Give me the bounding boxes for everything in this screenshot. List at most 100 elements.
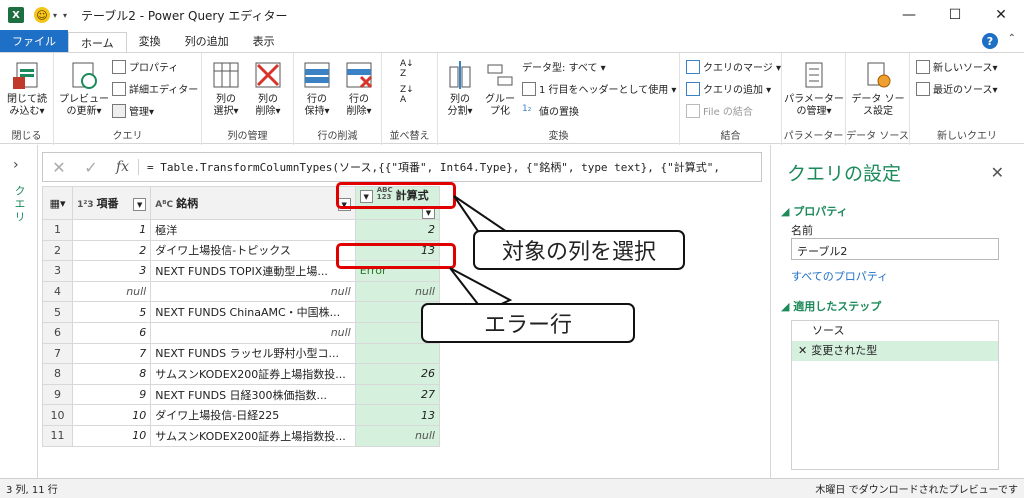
recent-sources-icon: [916, 81, 930, 96]
group-by-button[interactable]: グルー プ化: [480, 59, 520, 118]
ribbon-tabs: ファイル ホーム 変換 列の追加 表示 ⌃ ?: [0, 30, 1024, 52]
remove-columns-button[interactable]: 列の 削除▾: [248, 59, 288, 118]
tab-view[interactable]: 表示: [241, 30, 287, 52]
sort-descending-button[interactable]: Z↓ A: [400, 85, 414, 105]
column-header-name[interactable]: AᴮC 銘柄 ▼: [150, 186, 356, 220]
formula-bar: ✕ ✓ fx = Table.TransformColumnTypes(ソース,…: [42, 152, 762, 182]
data-source-gear-icon: [862, 59, 894, 91]
window-title: テーブル2 - Power Query エディター: [81, 8, 288, 23]
formula-input[interactable]: = Table.TransformColumnTypes(ソース,{{"項番",…: [139, 159, 720, 175]
combine-files-icon: [686, 103, 700, 118]
table-row[interactable]: 10 10 ダイワ上場投信-日経225 13: [41, 404, 441, 426]
table-row[interactable]: 11 10 サムスンKODEX200証券上場指数投... null: [41, 424, 441, 447]
delete-step-icon[interactable]: ✕: [798, 344, 807, 357]
callout-error-row: エラー行: [421, 303, 635, 343]
group-reduce-rows: 行の 保持▾ 行の 削除▾ 行の削減: [294, 53, 382, 145]
properties-header[interactable]: ◢ プロパティ: [781, 203, 848, 219]
recent-sources-button[interactable]: 最近のソース▾: [916, 81, 998, 96]
group-close: 閉じて読 み込む▾ 閉じる: [0, 53, 54, 145]
title-bar: X ☺ ▾ ▾ テーブル2 - Power Query エディター — ☐ ✕: [0, 0, 1024, 30]
name-label: 名前: [791, 224, 813, 237]
table-menu-corner[interactable]: ▦▾: [41, 186, 74, 220]
close-icon[interactable]: ✕: [991, 163, 1004, 182]
new-source-icon: [916, 59, 930, 74]
fx-icon[interactable]: fx: [107, 159, 139, 175]
tab-file[interactable]: ファイル: [0, 30, 68, 52]
table-icon: ▦▾: [49, 196, 66, 210]
feedback-smiley-icon[interactable]: ☺: [34, 7, 50, 23]
column-header-id[interactable]: 1²3 項番 ▼: [72, 186, 152, 220]
callout-select-column: 対象の列を選択: [473, 230, 685, 270]
remove-rows-button[interactable]: 行の 削除▾: [338, 59, 380, 118]
filter-dropdown-icon[interactable]: ▼: [133, 198, 147, 211]
data-type-dropdown[interactable]: データ型: すべて ▾: [522, 59, 606, 74]
group-transform: 列の 分割▾ グルー プ化 データ型: すべて ▾ 1 行目をヘッダーとして使用…: [438, 53, 680, 145]
dropdown-icon[interactable]: ▾: [53, 11, 57, 20]
remove-rows-icon: [343, 59, 375, 91]
data-source-settings-button[interactable]: データ ソー ス設定: [848, 59, 908, 118]
table-row[interactable]: 6 6 null: [41, 321, 441, 344]
split-column-icon: [444, 59, 476, 91]
step-changed-type[interactable]: ✕ 変更された型: [792, 341, 998, 361]
step-source[interactable]: ソース: [792, 321, 998, 341]
manage-parameters-button[interactable]: パラメーター の管理▾: [784, 59, 844, 118]
table-row[interactable]: 4 null null null: [41, 280, 441, 303]
queries-pane-collapsed[interactable]: › クエリ: [0, 145, 38, 478]
ribbon-collapse-icon[interactable]: ⌃: [1008, 33, 1016, 44]
replace-values-button[interactable]: 1₂ 値の置換: [522, 103, 579, 119]
remove-columns-icon: [252, 59, 284, 91]
keep-rows-icon: [301, 59, 333, 91]
table-row[interactable]: 8 8 サムスンKODEX200証券上場指数投... 26: [41, 363, 441, 385]
chevron-right-icon[interactable]: ›: [13, 157, 19, 173]
table-row[interactable]: 9 9 NEXT FUNDS 日経300株価指数... 27: [41, 383, 441, 406]
cancel-icon[interactable]: ✕: [43, 158, 75, 177]
properties-button[interactable]: プロパティ: [112, 59, 178, 74]
maximize-button[interactable]: ☐: [932, 0, 978, 30]
query-name-input[interactable]: テーブル2: [791, 238, 999, 260]
query-settings-pane: クエリの設定 ✕ ◢ プロパティ 名前 テーブル2 すべてのプロパティ ◢ 適用…: [770, 145, 1024, 478]
highlight-column-header: [336, 182, 456, 209]
triangle-down-icon: ◢: [781, 300, 794, 313]
append-icon: [686, 81, 700, 96]
keep-rows-button[interactable]: 行の 保持▾: [296, 59, 338, 118]
help-icon[interactable]: ?: [982, 33, 998, 49]
tab-transform[interactable]: 変換: [127, 30, 173, 52]
sort-ascending-button[interactable]: A↓ Z: [400, 59, 414, 79]
choose-columns-button[interactable]: 列の 選択▾: [206, 59, 246, 118]
data-grid: ▦▾ 1²3 項番 ▼ AᴮC 銘柄 ▼ ▼ ABC 123 計算式 ▼ 1 1 極洋 2 2 2 ダイ…: [41, 186, 441, 447]
table-row[interactable]: 1 1 極洋 2: [41, 219, 441, 241]
minimize-button[interactable]: —: [886, 0, 932, 30]
combine-files-button[interactable]: File の結合: [686, 103, 753, 118]
confirm-icon[interactable]: ✓: [75, 158, 107, 177]
close-load-icon: [11, 59, 43, 91]
manage-icon: [112, 103, 126, 118]
group-sort: A↓ Z Z↓ A 並べ替え: [382, 53, 438, 145]
refresh-preview-button[interactable]: プレビュー の更新▾: [58, 59, 110, 118]
new-source-button[interactable]: 新しいソース▾: [916, 59, 998, 74]
group-new-query: 新しいソース▾ 最近のソース▾ 新しいクエリ: [910, 53, 1024, 145]
properties-icon: [112, 59, 126, 74]
close-button[interactable]: ✕: [978, 0, 1024, 30]
quick-access-icon[interactable]: ▾: [63, 11, 67, 20]
all-properties-link[interactable]: すべてのプロパティ: [791, 268, 888, 284]
table-icon: [522, 81, 536, 96]
manage-button[interactable]: 管理▾: [112, 103, 154, 118]
triangle-down-icon: ◢: [781, 205, 794, 218]
close-and-load-button[interactable]: 閉じて読 み込む▾: [4, 59, 50, 118]
tab-home[interactable]: ホーム: [68, 32, 127, 52]
split-column-button[interactable]: 列の 分割▾: [440, 59, 480, 118]
advanced-editor-button[interactable]: 詳細エディター: [112, 81, 198, 96]
append-queries-button[interactable]: クエリの追加 ▾: [686, 81, 771, 96]
group-query: プレビュー の更新▾ プロパティ 詳細エディター 管理▾ クエリ: [54, 53, 202, 145]
int-type-icon[interactable]: 1²3: [77, 200, 93, 210]
status-right: 木曜日 でダウンロードされたプレビューです: [815, 485, 1018, 496]
merge-queries-button[interactable]: クエリのマージ ▾: [686, 59, 781, 74]
table-row[interactable]: 55NEXT FUNDS ChinaAMC・中国株...36: [41, 301, 441, 323]
tab-add-column[interactable]: 列の追加: [173, 30, 241, 52]
sort-asc-icon: A↓ Z: [400, 59, 414, 79]
ribbon: 閉じて読 み込む▾ 閉じる プレビュー の更新▾ プロパティ 詳細エディター 管…: [0, 52, 1024, 145]
text-type-icon[interactable]: AᴮC: [155, 200, 173, 210]
table-row[interactable]: 7 7 NEXT FUNDS ラッセル野村小型コ...: [41, 342, 441, 365]
use-first-row-headers-button[interactable]: 1 行目をヘッダーとして使用 ▾: [522, 81, 676, 96]
applied-steps-header[interactable]: ◢ 適用したステップ: [781, 298, 881, 314]
